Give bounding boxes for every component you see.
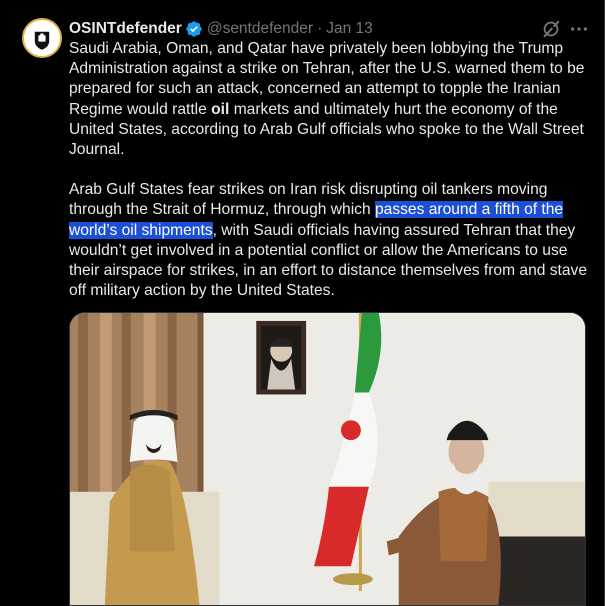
- tweet-paragraph-1: Saudi Arabia, Oman, and Qatar have priva…: [69, 39, 589, 160]
- author-handle[interactable]: @sentdefender: [207, 20, 313, 38]
- tweet-text-bold: oil: [211, 100, 230, 118]
- photo-image: [70, 313, 585, 605]
- tweet-date[interactable]: Jan 13: [326, 20, 373, 38]
- tweet-media-photo[interactable]: [69, 312, 586, 606]
- avatar[interactable]: [22, 18, 62, 58]
- grok-icon[interactable]: [540, 18, 562, 40]
- tweet-header: OSINTdefender @sentdefender · Jan 13: [69, 18, 373, 40]
- tweet-container[interactable]: OSINTdefender @sentdefender · Jan 13 Sau…: [0, 0, 605, 606]
- header-separator: ·: [317, 20, 323, 37]
- tweet-text: Saudi Arabia, Oman, and Qatar have priva…: [69, 39, 589, 301]
- author-name[interactable]: OSINTdefender: [69, 20, 182, 38]
- more-options-icon[interactable]: [568, 18, 590, 40]
- avatar-logo-icon: [25, 21, 59, 55]
- verified-badge-icon[interactable]: [185, 20, 203, 38]
- tweet-paragraph-2: Arab Gulf States fear strikes on Iran ri…: [69, 180, 589, 301]
